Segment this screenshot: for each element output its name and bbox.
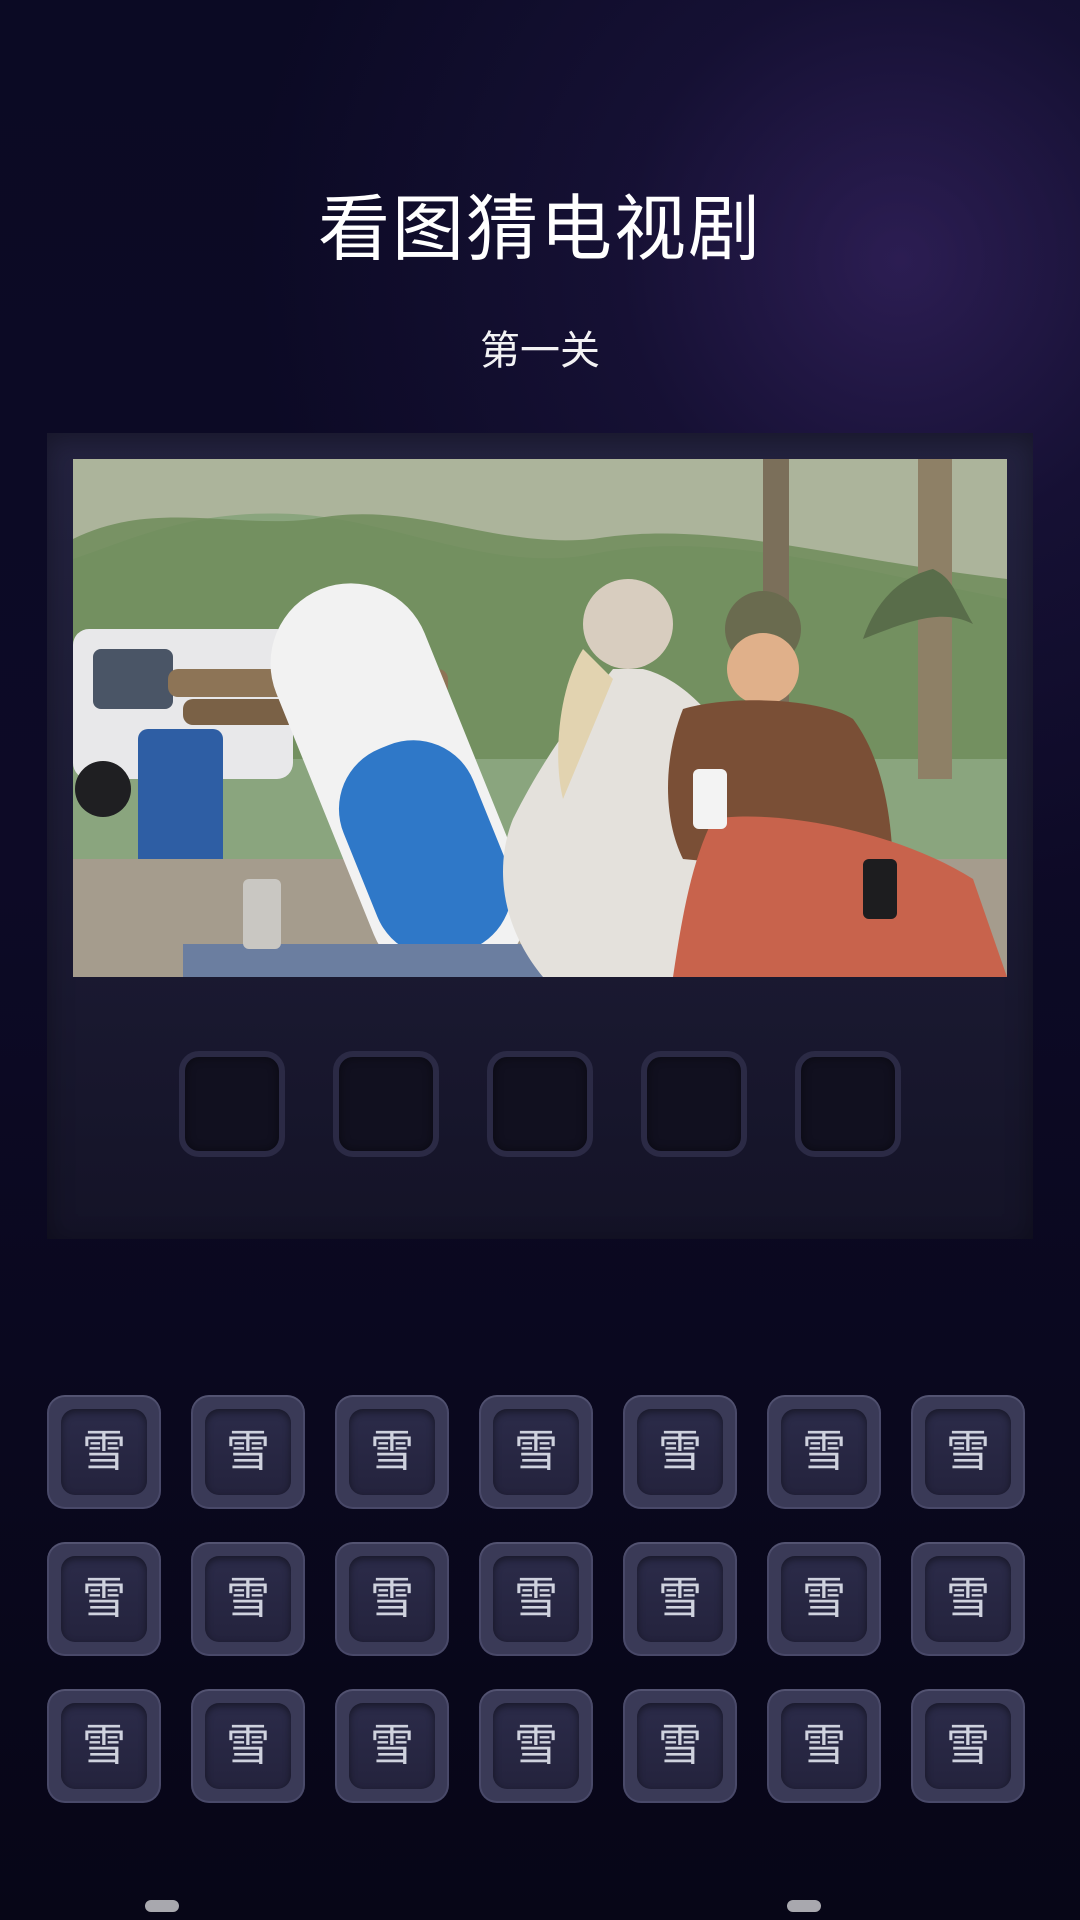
character-tile-inner: 雪 xyxy=(925,1556,1011,1642)
character-tile[interactable]: 雪 xyxy=(47,1542,161,1656)
character-tile-label: 雪 xyxy=(370,1720,414,1771)
character-tile-inner: 雪 xyxy=(781,1556,867,1642)
character-tile[interactable]: 雪 xyxy=(623,1395,737,1509)
character-tile[interactable]: 雪 xyxy=(335,1689,449,1803)
character-tile[interactable]: 雪 xyxy=(191,1689,305,1803)
character-tile-label: 雪 xyxy=(82,1573,126,1624)
level-label: 第一关 xyxy=(480,328,600,374)
clue-photo xyxy=(73,459,1007,977)
character-tile[interactable]: 雪 xyxy=(47,1689,161,1803)
character-tile-inner: 雪 xyxy=(61,1703,147,1789)
character-tile-label: 雪 xyxy=(514,1573,558,1624)
character-tile[interactable]: 雪 xyxy=(47,1395,161,1509)
character-tile-inner: 雪 xyxy=(61,1556,147,1642)
clue-photo-illustration xyxy=(73,459,1007,977)
character-tile[interactable]: 雪 xyxy=(335,1395,449,1509)
character-tile[interactable]: 雪 xyxy=(623,1542,737,1656)
character-tile-inner: 雪 xyxy=(349,1703,435,1789)
character-tile-label: 雪 xyxy=(514,1720,558,1771)
question-panel xyxy=(47,433,1033,1239)
character-tile-label: 雪 xyxy=(802,1426,846,1477)
character-tile[interactable]: 雪 xyxy=(191,1395,305,1509)
answer-slots xyxy=(47,1051,1033,1159)
character-tile-inner: 雪 xyxy=(349,1409,435,1495)
character-tile-label: 雪 xyxy=(946,1720,990,1771)
character-tile[interactable]: 雪 xyxy=(623,1689,737,1803)
answer-slot-1[interactable] xyxy=(179,1051,285,1157)
character-tile-inner: 雪 xyxy=(349,1556,435,1642)
character-tile-label: 雪 xyxy=(802,1573,846,1624)
character-tile[interactable]: 雪 xyxy=(191,1542,305,1656)
character-tile[interactable]: 雪 xyxy=(767,1689,881,1803)
character-tile-label: 雪 xyxy=(658,1426,702,1477)
character-tile-inner: 雪 xyxy=(925,1409,1011,1495)
character-tile-inner: 雪 xyxy=(205,1409,291,1495)
character-tile-label: 雪 xyxy=(514,1426,558,1477)
character-tile[interactable]: 雪 xyxy=(479,1689,593,1803)
character-tile-label: 雪 xyxy=(370,1573,414,1624)
character-tile-inner: 雪 xyxy=(925,1703,1011,1789)
answer-slot-3[interactable] xyxy=(487,1051,593,1157)
answer-slot-2[interactable] xyxy=(333,1051,439,1157)
character-tile-inner: 雪 xyxy=(205,1556,291,1642)
character-tile-inner: 雪 xyxy=(493,1703,579,1789)
page-title: 看图猜电视剧 xyxy=(317,187,762,271)
character-tile-label: 雪 xyxy=(370,1426,414,1477)
character-tile[interactable]: 雪 xyxy=(479,1542,593,1656)
character-tile[interactable]: 雪 xyxy=(911,1542,1025,1656)
character-tile[interactable]: 雪 xyxy=(479,1395,593,1509)
character-tile-label: 雪 xyxy=(226,1573,270,1624)
character-tile-label: 雪 xyxy=(226,1720,270,1771)
character-tile-inner: 雪 xyxy=(781,1703,867,1789)
character-tile-inner: 雪 xyxy=(493,1556,579,1642)
character-tile-label: 雪 xyxy=(946,1426,990,1477)
answer-slot-4[interactable] xyxy=(641,1051,747,1157)
character-tile-label: 雪 xyxy=(82,1720,126,1771)
character-tile-inner: 雪 xyxy=(781,1409,867,1495)
character-tile[interactable]: 雪 xyxy=(767,1395,881,1509)
nav-home-indicator[interactable] xyxy=(787,1900,821,1912)
character-tile-inner: 雪 xyxy=(637,1409,723,1495)
character-tile[interactable]: 雪 xyxy=(911,1689,1025,1803)
character-tile-label: 雪 xyxy=(658,1720,702,1771)
character-tile-inner: 雪 xyxy=(637,1703,723,1789)
character-tile-inner: 雪 xyxy=(61,1409,147,1495)
system-nav-area xyxy=(0,1860,1080,1920)
character-tile-inner: 雪 xyxy=(205,1703,291,1789)
character-tile-inner: 雪 xyxy=(493,1409,579,1495)
character-tile-grid: 雪 雪 雪 雪 雪 雪 雪 雪 雪 雪 雪 雪 雪 雪 雪 雪 雪 雪 雪 雪 … xyxy=(47,1395,1025,1803)
character-tile-inner: 雪 xyxy=(637,1556,723,1642)
character-tile[interactable]: 雪 xyxy=(911,1395,1025,1509)
character-tile-label: 雪 xyxy=(802,1720,846,1771)
character-tile-label: 雪 xyxy=(82,1426,126,1477)
character-tile-label: 雪 xyxy=(658,1573,702,1624)
nav-back-indicator[interactable] xyxy=(145,1900,179,1912)
character-tile-label: 雪 xyxy=(946,1573,990,1624)
character-tile[interactable]: 雪 xyxy=(767,1542,881,1656)
character-tile-label: 雪 xyxy=(226,1426,270,1477)
character-tile[interactable]: 雪 xyxy=(335,1542,449,1656)
answer-slot-5[interactable] xyxy=(795,1051,901,1157)
